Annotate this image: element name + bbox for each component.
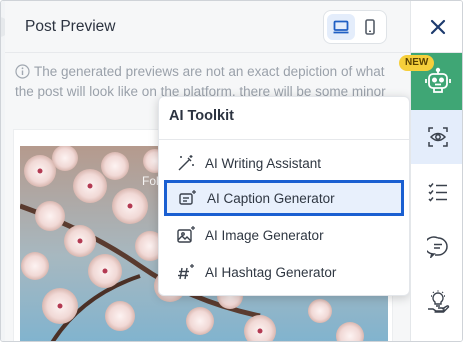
info-icon [15, 64, 30, 79]
post-preview-window: Post Preview The generated previews are … [0, 0, 463, 342]
desktop-view-button[interactable] [327, 14, 355, 40]
sidebar-item-preview[interactable] [411, 110, 462, 164]
mobile-view-button[interactable] [356, 14, 384, 40]
toolkit-divider [159, 139, 409, 140]
comment-icon [427, 236, 448, 258]
sidebar-item-checklist[interactable] [411, 165, 462, 219]
menu-item-label: AI Writing Assistant [205, 155, 322, 171]
preview-panel: Post Preview The generated previews are … [5, 1, 410, 341]
menu-item-label: AI Hashtag Generator [205, 264, 337, 280]
image-sparkle-icon [175, 224, 197, 246]
checklist-icon [428, 183, 447, 202]
page-title: Post Preview [25, 18, 116, 35]
toolkit-title: AI Toolkit [169, 108, 234, 124]
sidebar-item-ideas[interactable] [411, 275, 462, 329]
ai-robot-icon [425, 67, 451, 93]
menu-item-ai-caption-generator[interactable]: AI Caption Generator [164, 180, 404, 216]
eye-preview-icon [428, 127, 448, 147]
menu-item-ai-writing-assistant[interactable]: AI Writing Assistant [165, 145, 403, 181]
preview-header: Post Preview [5, 1, 410, 53]
caption-sparkle-icon [177, 187, 199, 209]
close-icon [430, 19, 446, 34]
notice-text: The generated previews are not an exact … [15, 64, 386, 99]
device-toggle [323, 10, 387, 44]
close-button[interactable] [411, 1, 462, 53]
menu-item-label: AI Caption Generator [207, 190, 335, 206]
monitor-icon [333, 20, 349, 34]
magic-wand-icon [175, 152, 197, 174]
menu-item-ai-image-generator[interactable]: AI Image Generator [165, 217, 403, 253]
sidebar-item-comments[interactable] [411, 220, 462, 274]
menu-item-ai-hashtag-generator[interactable]: AI Hashtag Generator [165, 254, 403, 290]
right-sidebar: NEW [399, 1, 462, 341]
smartphone-icon [365, 19, 375, 35]
lightbulb-hand-icon [428, 290, 450, 313]
new-badge: NEW [399, 55, 435, 71]
hashtag-sparkle-icon [175, 261, 197, 283]
menu-item-label: AI Image Generator [205, 227, 324, 243]
ai-toolkit-menu: AI Toolkit AI Writing Assistant AI Capti… [158, 96, 410, 296]
